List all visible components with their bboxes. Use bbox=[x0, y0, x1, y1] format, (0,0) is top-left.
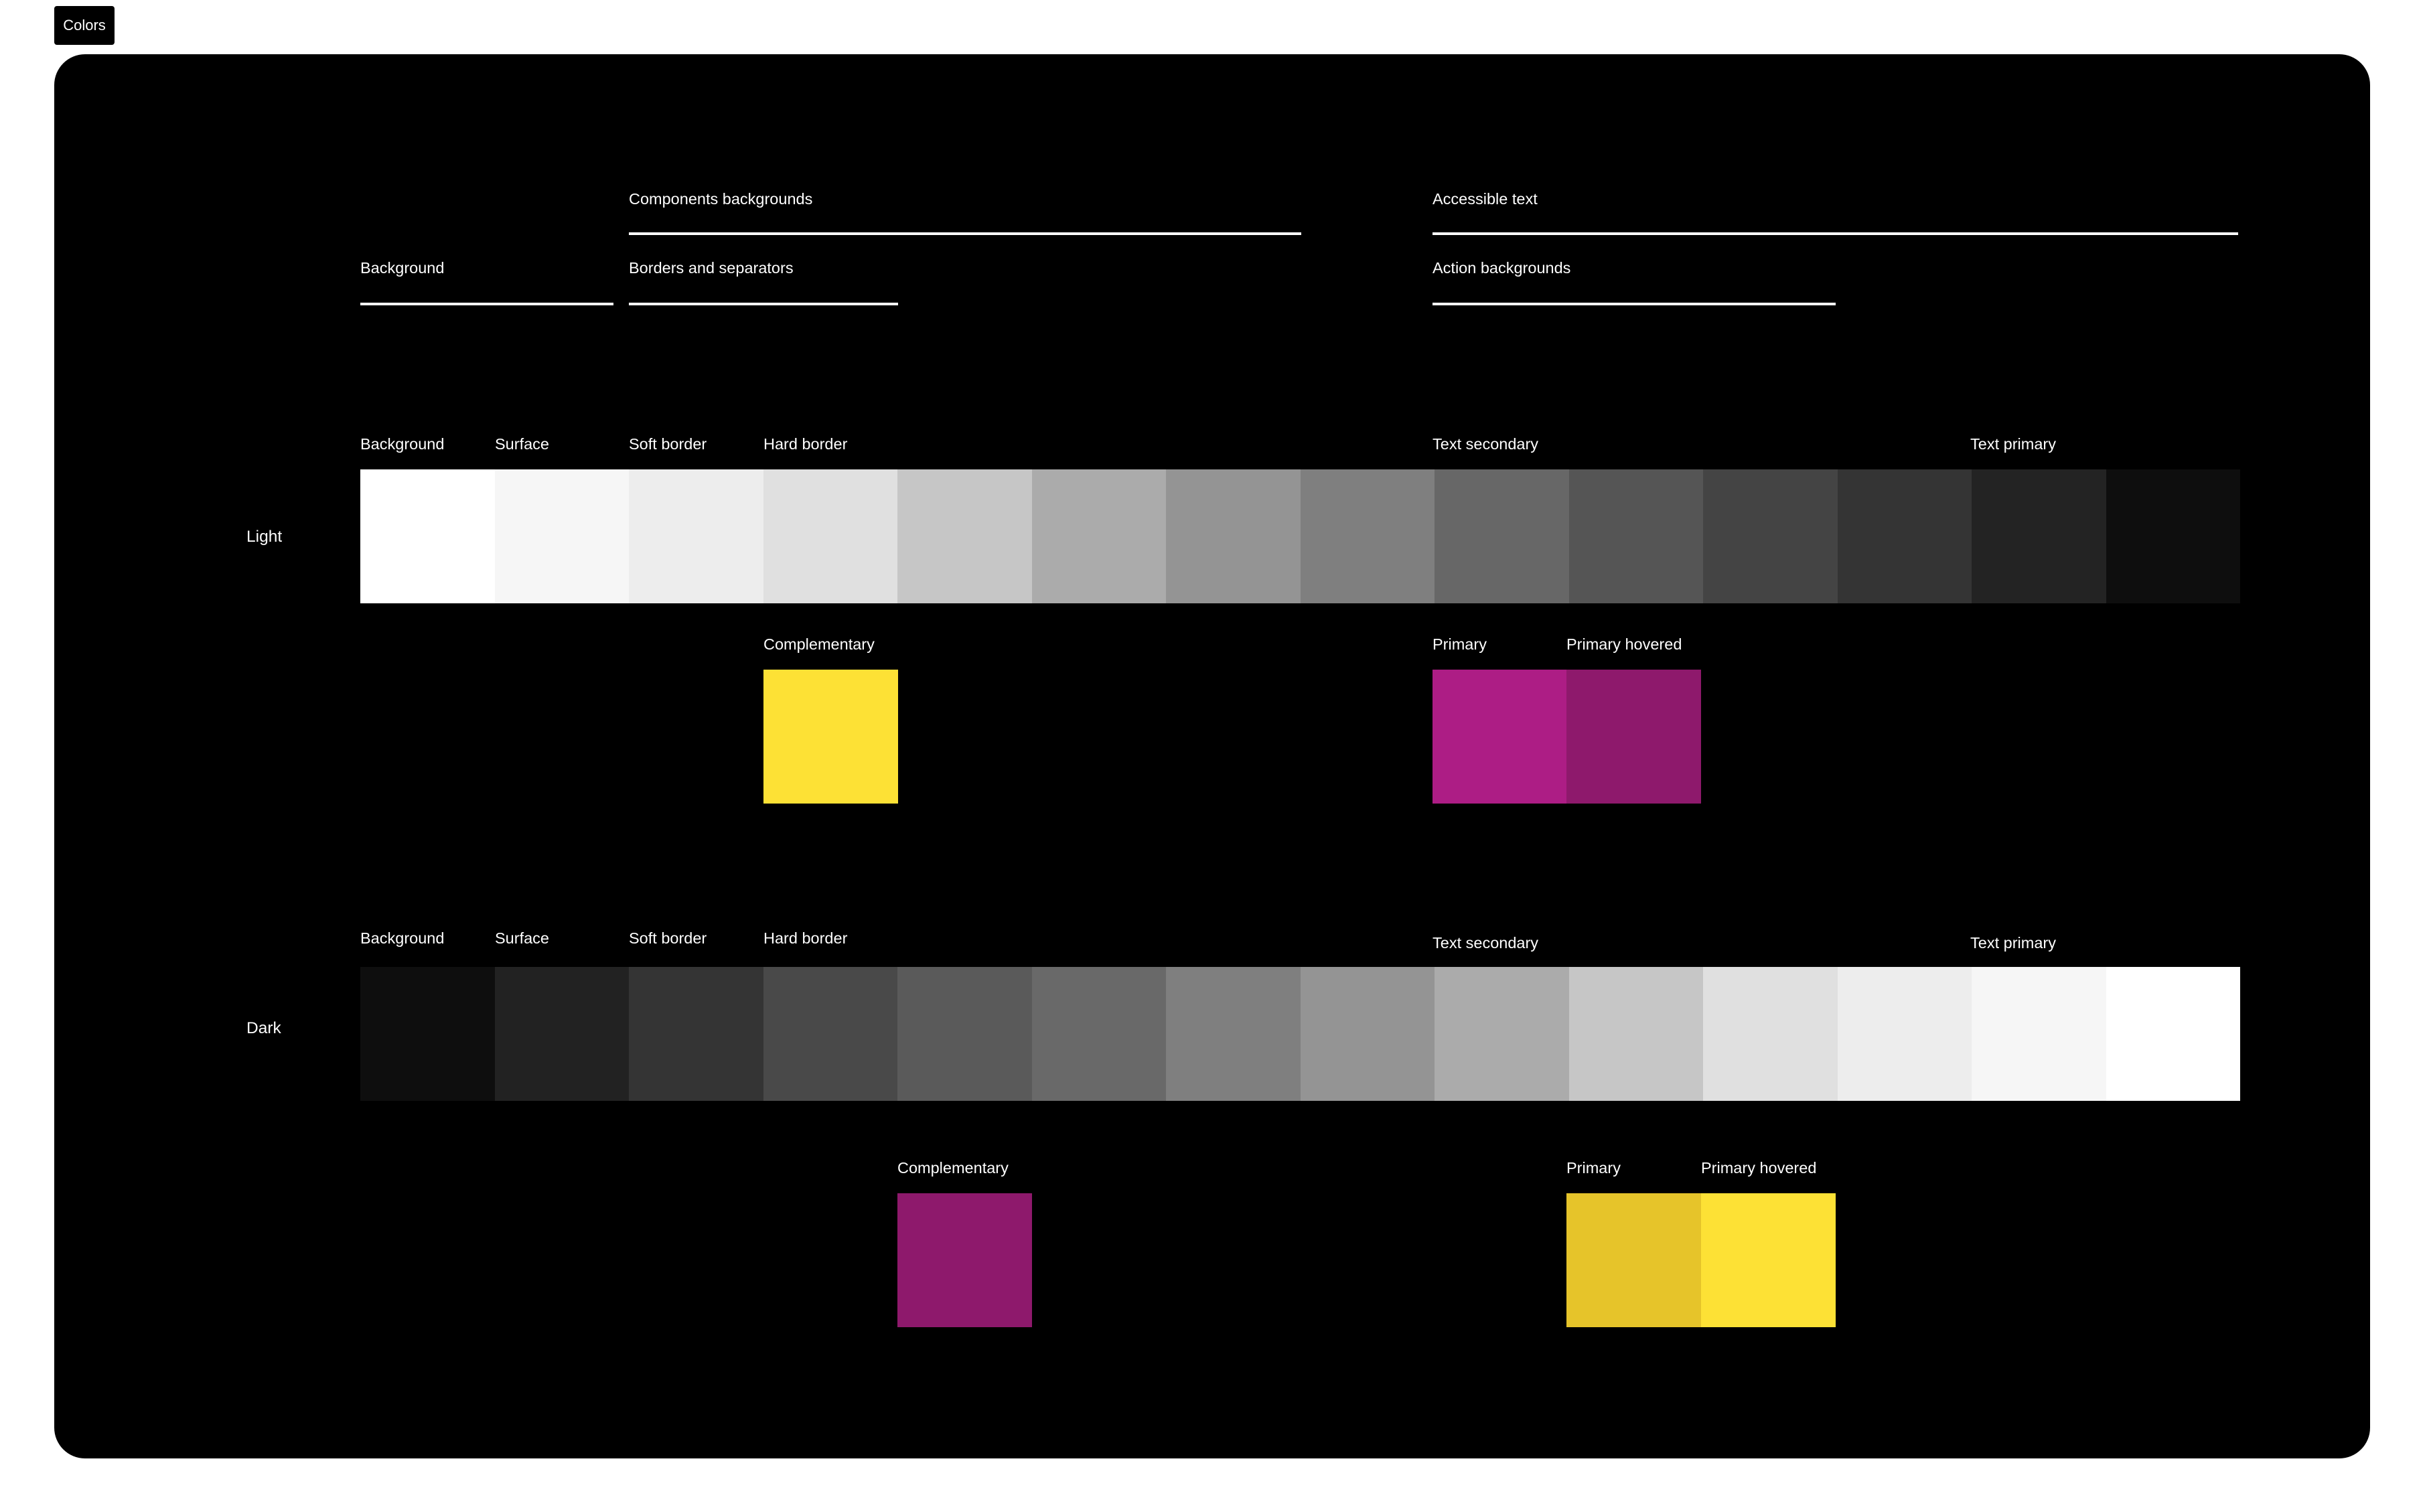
dark-gray-swatch-14[interactable] bbox=[2106, 967, 2240, 1101]
dark-gray-swatch-2[interactable] bbox=[494, 967, 629, 1101]
light-gray-swatch-1[interactable] bbox=[360, 469, 495, 603]
legend-components-backgrounds: Components backgrounds bbox=[629, 190, 813, 208]
dark-gray-swatch-3[interactable] bbox=[629, 967, 763, 1101]
light-gray-swatch-5[interactable] bbox=[897, 469, 1032, 603]
light-primary-hovered-swatch[interactable] bbox=[1566, 670, 1701, 804]
dark-gray-swatch-12[interactable] bbox=[1837, 967, 1972, 1101]
light-gray-swatch-9[interactable] bbox=[1435, 469, 1569, 603]
light-label-primary-hovered: Primary hovered bbox=[1566, 635, 1682, 653]
legend-borders-and-separators-line bbox=[629, 303, 898, 305]
light-gray-swatch-13[interactable] bbox=[1972, 469, 2106, 603]
light-complementary-swatch[interactable] bbox=[763, 670, 898, 804]
dark-gray-swatch-1[interactable] bbox=[360, 967, 495, 1101]
light-label-surface: Surface bbox=[495, 435, 549, 453]
light-gray-swatch-6[interactable] bbox=[1031, 469, 1166, 603]
dark-gray-ramp bbox=[360, 967, 2240, 1101]
dark-gray-swatch-6[interactable] bbox=[1031, 967, 1166, 1101]
dark-gray-swatch-5[interactable] bbox=[897, 967, 1032, 1101]
light-gray-swatch-12[interactable] bbox=[1837, 469, 1972, 603]
dark-label-text-secondary: Text secondary bbox=[1433, 934, 1539, 952]
legend-background: Background bbox=[360, 259, 445, 277]
dark-gray-swatch-8[interactable] bbox=[1300, 967, 1435, 1101]
light-gray-swatch-11[interactable] bbox=[1703, 469, 1838, 603]
light-label-hard-border: Hard border bbox=[763, 435, 848, 453]
light-gray-ramp bbox=[360, 469, 2240, 603]
light-label-soft-border: Soft border bbox=[629, 435, 707, 453]
dark-primary-swatch[interactable] bbox=[1566, 1193, 1701, 1327]
legend-background-line bbox=[360, 303, 613, 305]
light-label-primary: Primary bbox=[1433, 635, 1487, 653]
row-label-light: Light bbox=[246, 528, 283, 546]
colors-canvas: Components backgrounds Accessible text B… bbox=[54, 54, 2370, 1458]
light-gray-swatch-7[interactable] bbox=[1166, 469, 1301, 603]
dark-label-text-primary: Text primary bbox=[1970, 934, 2056, 952]
dark-label-primary-hovered: Primary hovered bbox=[1701, 1159, 1817, 1177]
light-label-complementary: Complementary bbox=[763, 635, 875, 653]
legend-borders-and-separators: Borders and separators bbox=[629, 259, 794, 277]
light-label-text-secondary: Text secondary bbox=[1433, 435, 1539, 453]
light-gray-swatch-4[interactable] bbox=[763, 469, 897, 603]
dark-label-background: Background bbox=[360, 929, 445, 947]
dark-gray-swatch-4[interactable] bbox=[763, 967, 897, 1101]
light-gray-swatch-2[interactable] bbox=[494, 469, 629, 603]
legend-accessible-text-line bbox=[1433, 232, 2238, 235]
dark-primary-hovered-swatch[interactable] bbox=[1701, 1193, 1836, 1327]
dark-gray-swatch-10[interactable] bbox=[1568, 967, 1703, 1101]
dark-label-soft-border: Soft border bbox=[629, 929, 707, 947]
light-gray-swatch-10[interactable] bbox=[1568, 469, 1703, 603]
dark-complementary-swatch[interactable] bbox=[897, 1193, 1032, 1327]
legend-accessible-text: Accessible text bbox=[1433, 190, 1538, 208]
dark-label-primary: Primary bbox=[1566, 1159, 1621, 1177]
dark-label-hard-border: Hard border bbox=[763, 929, 848, 947]
light-primary-swatch[interactable] bbox=[1433, 670, 1567, 804]
legend-action-backgrounds: Action backgrounds bbox=[1433, 259, 1571, 277]
light-gray-swatch-3[interactable] bbox=[629, 469, 763, 603]
legend-action-backgrounds-line bbox=[1433, 303, 1836, 305]
row-label-dark: Dark bbox=[246, 1019, 281, 1037]
frame-tag[interactable]: Colors bbox=[54, 6, 115, 45]
legend-components-backgrounds-line bbox=[629, 232, 1301, 235]
dark-gray-swatch-7[interactable] bbox=[1166, 967, 1301, 1101]
light-gray-swatch-8[interactable] bbox=[1300, 469, 1435, 603]
dark-gray-swatch-11[interactable] bbox=[1703, 967, 1838, 1101]
dark-label-surface: Surface bbox=[495, 929, 549, 947]
dark-label-complementary: Complementary bbox=[897, 1159, 1009, 1177]
dark-gray-swatch-9[interactable] bbox=[1435, 967, 1569, 1101]
dark-gray-swatch-13[interactable] bbox=[1972, 967, 2106, 1101]
light-gray-swatch-14[interactable] bbox=[2106, 469, 2240, 603]
light-label-text-primary: Text primary bbox=[1970, 435, 2056, 453]
light-label-background: Background bbox=[360, 435, 445, 453]
